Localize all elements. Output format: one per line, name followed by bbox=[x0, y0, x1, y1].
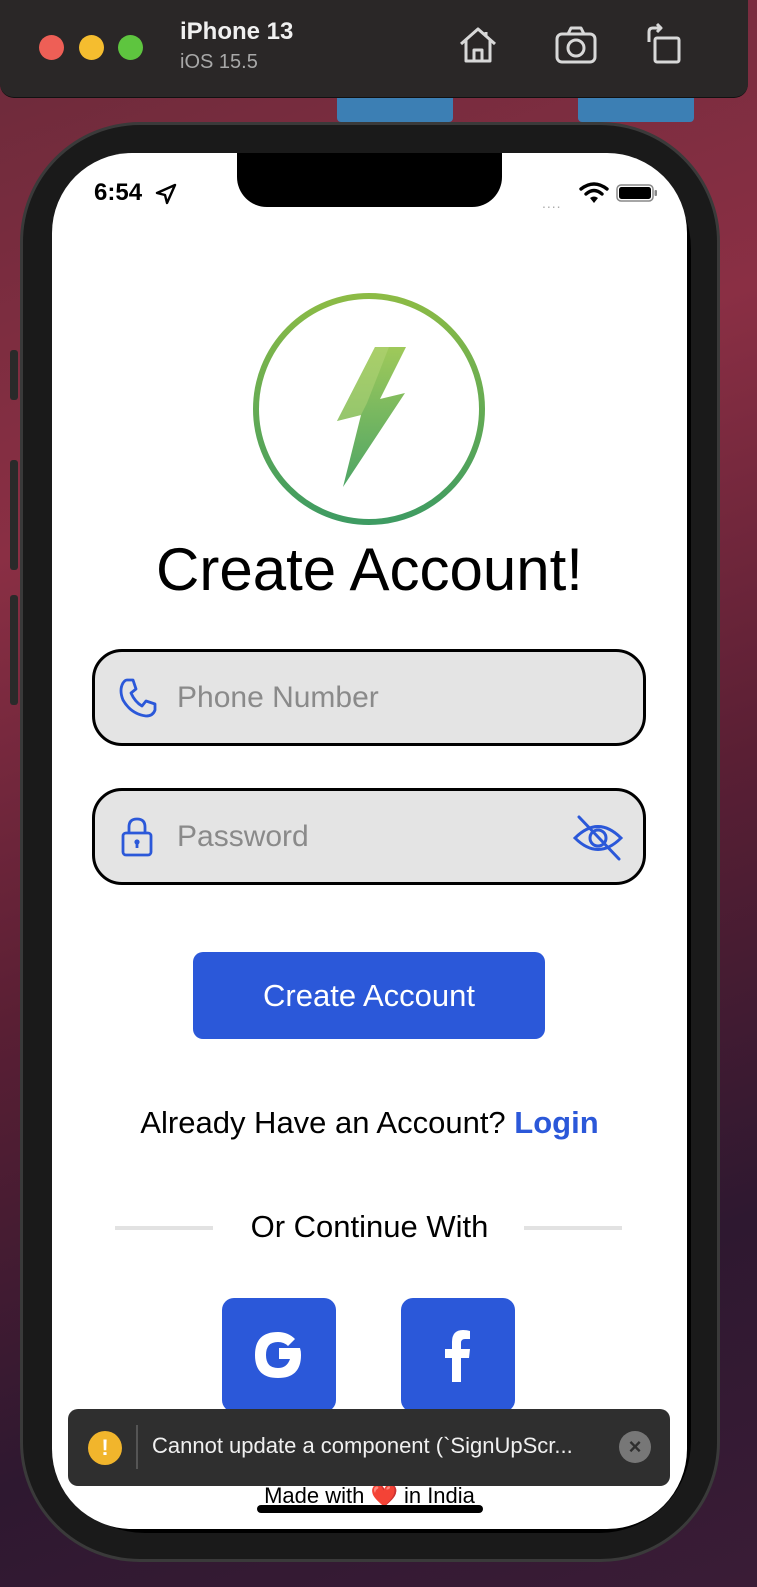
cellular-signal: .... bbox=[542, 195, 562, 211]
mute-switch bbox=[10, 350, 18, 400]
already-have-account: Already Have an Account? Login bbox=[52, 1105, 687, 1141]
simulator-titlebar: iPhone 13 iOS 15.5 bbox=[0, 0, 748, 98]
lightning-logo-icon bbox=[253, 293, 485, 525]
phone-field bbox=[92, 649, 646, 746]
toast-message: Cannot update a component (`SignUpScr... bbox=[152, 1433, 573, 1458]
phone-screen: 6:54 .... Create Account! Phone Number C… bbox=[52, 153, 687, 1529]
location-arrow-icon bbox=[155, 183, 177, 205]
volume-down-button bbox=[10, 595, 18, 705]
screenshot-icon[interactable] bbox=[553, 22, 599, 68]
facebook-signin-button[interactable] bbox=[401, 1298, 515, 1412]
background-window-tab bbox=[337, 98, 453, 122]
warning-icon: ! bbox=[88, 1431, 122, 1465]
status-time: 6:54 bbox=[94, 179, 143, 206]
home-icon[interactable] bbox=[455, 22, 501, 68]
volume-up-button bbox=[10, 460, 18, 570]
divider-right bbox=[524, 1226, 622, 1230]
google-signin-button[interactable] bbox=[222, 1298, 336, 1412]
warning-toast[interactable]: ! Cannot update a component (`SignUpScr.… bbox=[68, 1409, 670, 1486]
home-indicator[interactable] bbox=[257, 1505, 483, 1513]
login-link[interactable]: Login bbox=[514, 1105, 598, 1140]
close-icon[interactable]: × bbox=[619, 1431, 651, 1463]
rotate-icon[interactable] bbox=[643, 22, 689, 68]
battery-icon bbox=[616, 184, 657, 202]
lock-icon bbox=[121, 817, 153, 857]
notch bbox=[237, 153, 502, 207]
already-text: Already Have an Account? bbox=[140, 1105, 506, 1140]
create-account-button[interactable]: Create Account bbox=[193, 952, 545, 1039]
os-version: iOS 15.5 bbox=[180, 51, 258, 73]
google-icon bbox=[255, 1332, 301, 1378]
phone-number-input[interactable] bbox=[177, 670, 557, 726]
password-field bbox=[92, 788, 646, 885]
minimize-window-button[interactable] bbox=[79, 35, 104, 60]
phone-icon bbox=[119, 678, 157, 718]
password-input[interactable] bbox=[177, 809, 557, 865]
zoom-window-button[interactable] bbox=[118, 35, 143, 60]
wifi-icon bbox=[579, 182, 609, 203]
toast-separator bbox=[136, 1425, 138, 1469]
background-window-tab bbox=[578, 98, 694, 122]
device-name: iPhone 13 bbox=[180, 18, 294, 45]
close-window-button[interactable] bbox=[39, 35, 64, 60]
facebook-icon bbox=[445, 1330, 470, 1382]
page-title: Create Account! bbox=[156, 536, 583, 603]
eye-off-icon[interactable] bbox=[571, 811, 625, 865]
